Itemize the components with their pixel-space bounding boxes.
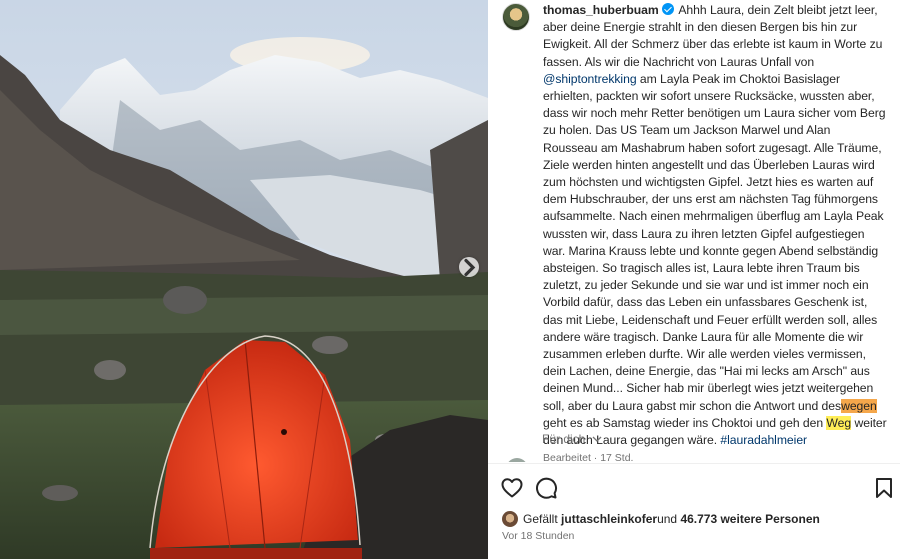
caption-area: thomas_huberbuam Ahhh Laura, dein Zelt b… [488, 0, 900, 462]
hashtag-link[interactable]: #lauradahlmeier [720, 433, 807, 447]
commenter-avatar [506, 458, 528, 462]
mention-link[interactable]: @shiptontrekking [543, 72, 637, 86]
post-time[interactable]: Vor 18 Stunden [502, 530, 574, 542]
caption-part-2: am Layla Peak im Choktoi Basislager erhi… [543, 71, 886, 413]
action-bar: Gefällt juttaschleinkofer und 46.773 wei… [488, 463, 900, 559]
next-comment-peek [502, 458, 892, 462]
comment-icon[interactable] [534, 476, 558, 500]
chevron-right-icon [464, 258, 476, 276]
likes-summary: Gefällt juttaschleinkofer und 46.773 wei… [502, 511, 820, 527]
likes-prefix: Gefällt [523, 512, 558, 526]
next-photo-button[interactable] [459, 257, 479, 277]
highlighted-word-yellow: Weg [826, 415, 852, 430]
bookmark-icon[interactable] [872, 476, 896, 500]
caption-part-3: geht es ab Samstag wieder ins Choktoi un… [543, 415, 827, 430]
liker-avatar [502, 511, 518, 527]
caption-text: thomas_huberbuam Ahhh Laura, dein Zelt b… [543, 2, 888, 449]
mountain-tent-image [0, 0, 488, 559]
highlighted-word-orange: wegen [841, 398, 877, 413]
heart-icon[interactable] [500, 476, 524, 500]
likes-count[interactable]: 46.773 weitere Personen [680, 512, 819, 526]
post-photo [0, 0, 488, 559]
verified-badge-icon [661, 3, 674, 15]
translate-button[interactable]: Für dich [542, 432, 602, 446]
author-avatar[interactable] [502, 3, 530, 31]
caption-body: thomas_huberbuam Ahhh Laura, dein Zelt b… [543, 2, 888, 462]
author-username[interactable]: thomas_huberbuam [543, 3, 659, 17]
translate-label: Für dich [542, 432, 586, 446]
likes-middle: und [657, 512, 678, 526]
liker-username[interactable]: juttaschleinkofer [561, 512, 657, 526]
chevron-down-icon [592, 436, 602, 442]
post-side-panel: thomas_huberbuam Ahhh Laura, dein Zelt b… [488, 0, 900, 559]
